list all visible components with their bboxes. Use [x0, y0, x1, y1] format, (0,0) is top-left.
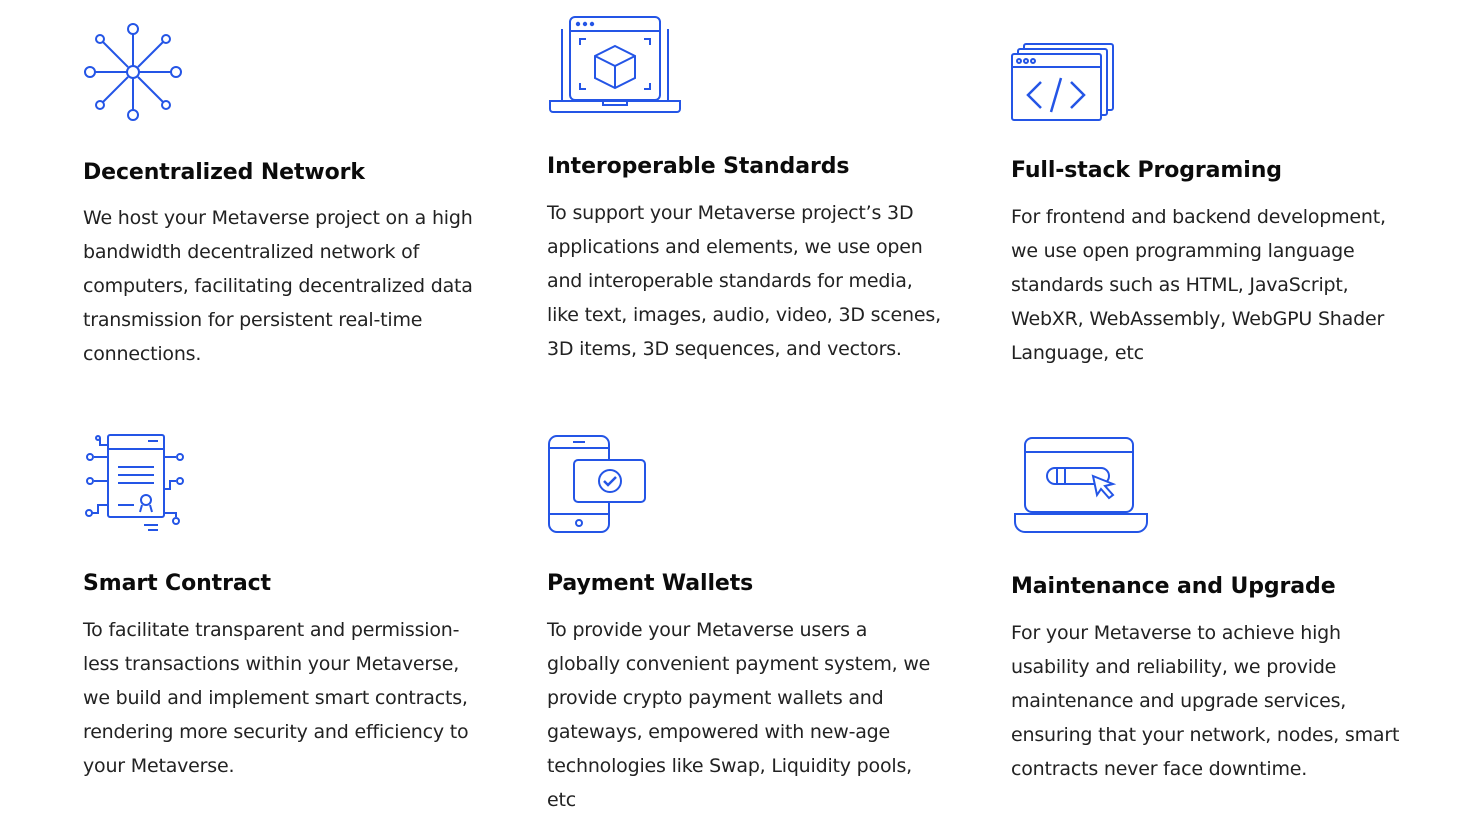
feature-title: Smart Contract [83, 571, 271, 596]
laptop-upgrade-cursor-icon [1013, 436, 1149, 536]
feature-description: For your Metaverse to achieve high usabi… [1011, 622, 1400, 780]
feature-description: To facilitate transparent and permission… [83, 619, 469, 777]
smart-contract-document-icon [82, 433, 190, 535]
browser-code-icon [1010, 42, 1116, 124]
feature-title: Full-stack Programing [1011, 158, 1282, 183]
feature-title: Maintenance and Upgrade [1011, 574, 1336, 599]
feature-title: Decentralized Network [83, 160, 365, 185]
feature-description: We host your Metaverse project on a high… [83, 207, 473, 365]
mobile-wallet-check-icon [547, 434, 649, 534]
network-nodes-icon [82, 21, 184, 123]
laptop-3d-cube-icon [548, 15, 682, 115]
feature-description: For frontend and backend development, we… [1011, 206, 1386, 364]
feature-title: Interoperable Standards [547, 154, 850, 179]
feature-description: To support your Metaverse project’s 3D a… [547, 202, 941, 360]
feature-description: To provide your Metaverse users a global… [547, 619, 931, 811]
feature-title: Payment Wallets [547, 571, 754, 596]
